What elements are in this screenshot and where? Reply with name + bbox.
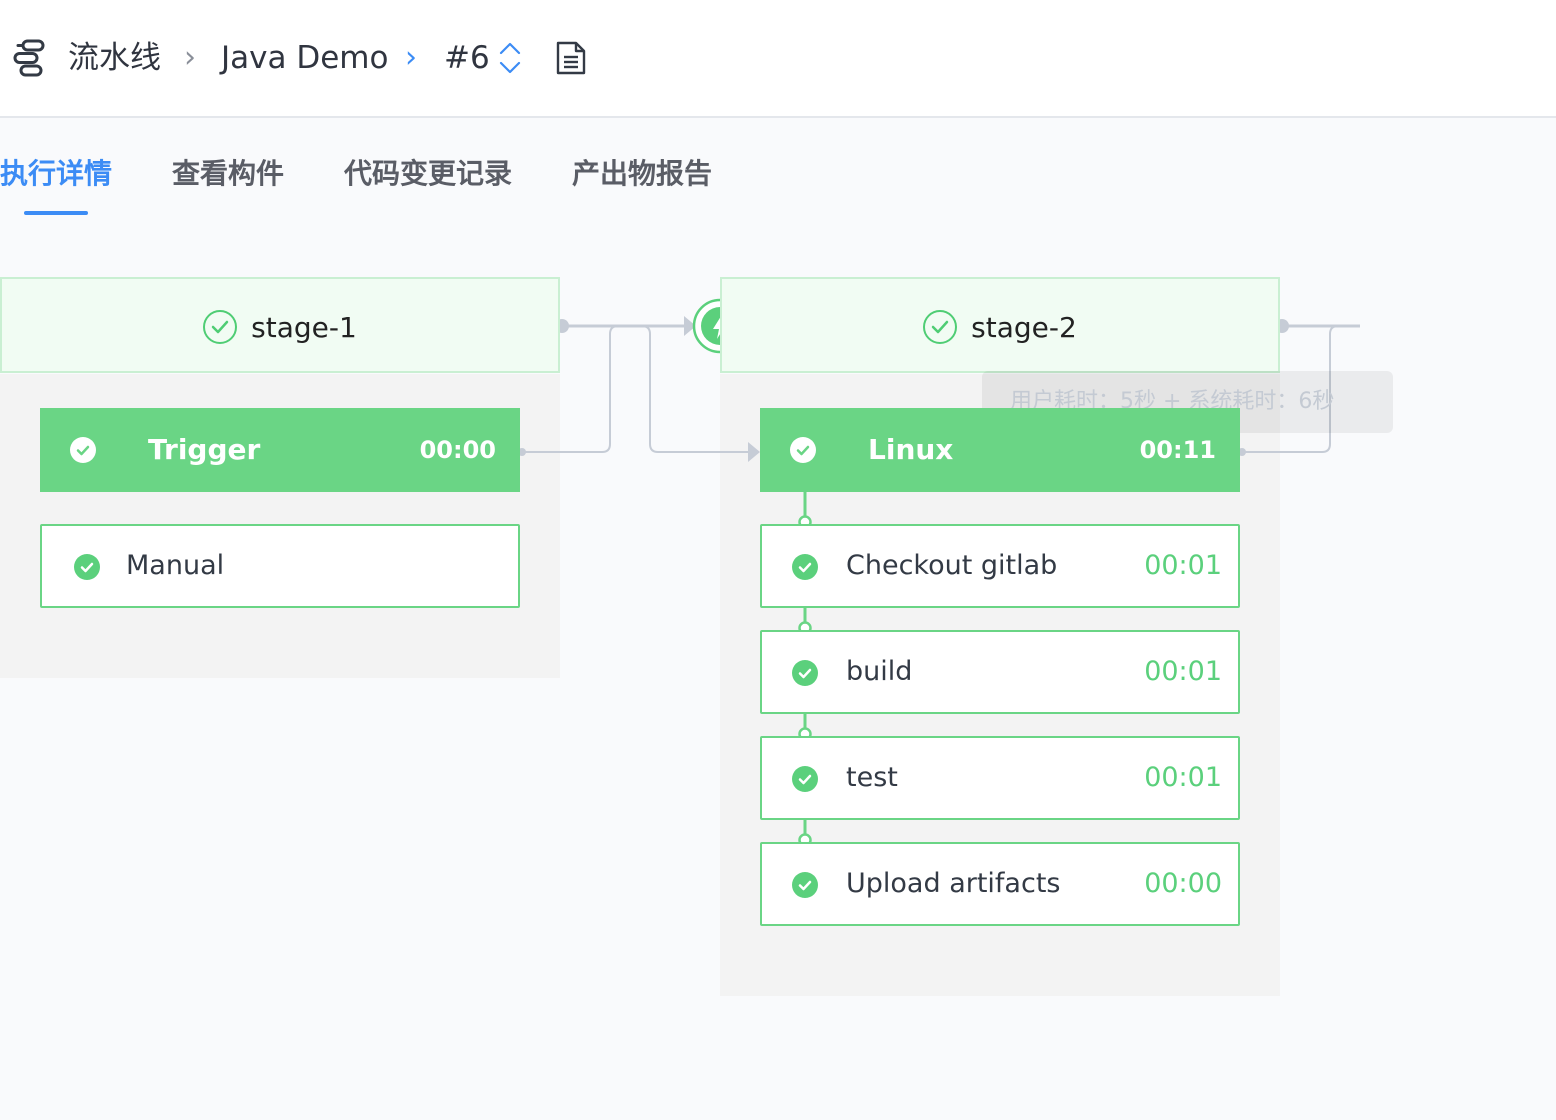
job-name: Linux [868,433,954,466]
breadcrumb-pipelines[interactable]: 流水线 [68,36,161,80]
check-circle-icon [203,310,238,344]
top-bar: 流水线 › Java Demo › #6 [0,0,1556,118]
step-name: Manual [126,550,225,581]
step-duration: 00:01 [1144,762,1222,793]
step-duration: 00:00 [1144,868,1222,899]
job-duration: 00:00 [419,436,496,464]
step-duration: 00:01 [1144,550,1222,581]
chevron-right-icon: › [405,40,417,75]
stage-1-header[interactable]: stage-1 [0,277,560,373]
tab-code-changes[interactable]: 代码变更记录 [344,152,512,196]
tab-artifacts[interactable]: 查看构件 [172,152,284,196]
stage-2-header[interactable]: stage-2 [720,277,1280,373]
step-name: Checkout gitlab [846,550,1058,581]
check-circle-icon [792,766,818,792]
build-number: #6 [444,40,490,76]
active-tab-indicator [24,211,88,215]
step-name: Upload artifacts [846,868,1061,899]
step-test[interactable]: test 00:01 [760,736,1240,820]
job-trigger[interactable]: Trigger 00:00 [40,408,520,492]
step-upload-artifacts[interactable]: Upload artifacts 00:00 [760,842,1240,926]
step-name: build [846,656,913,687]
stage-name: stage-1 [251,310,357,344]
document-icon[interactable] [554,40,588,76]
pipeline-icon [10,38,50,78]
chevron-right-icon: › [184,40,196,75]
check-circle-icon [923,310,958,344]
tab-execution-detail[interactable]: 执行详情 [0,152,112,196]
check-circle-icon [790,437,816,463]
check-circle-icon [792,872,818,898]
job-name: Trigger [148,433,261,466]
step-manual[interactable]: Manual [40,524,520,608]
job-linux[interactable]: Linux 00:11 [760,408,1240,492]
check-circle-icon [70,437,96,463]
step-checkout-gitlab[interactable]: Checkout gitlab 00:01 [760,524,1240,608]
up-down-switch-icon[interactable] [496,40,524,76]
check-circle-icon [792,554,818,580]
step-duration: 00:01 [1144,656,1222,687]
check-circle-icon [74,554,100,580]
step-name: test [846,762,898,793]
tab-output-report[interactable]: 产出物报告 [572,152,712,196]
breadcrumb-project[interactable]: Java Demo [221,36,388,80]
stage-name: stage-2 [971,310,1077,344]
check-circle-icon [792,660,818,686]
job-duration: 00:11 [1139,436,1216,464]
step-build[interactable]: build 00:01 [760,630,1240,714]
